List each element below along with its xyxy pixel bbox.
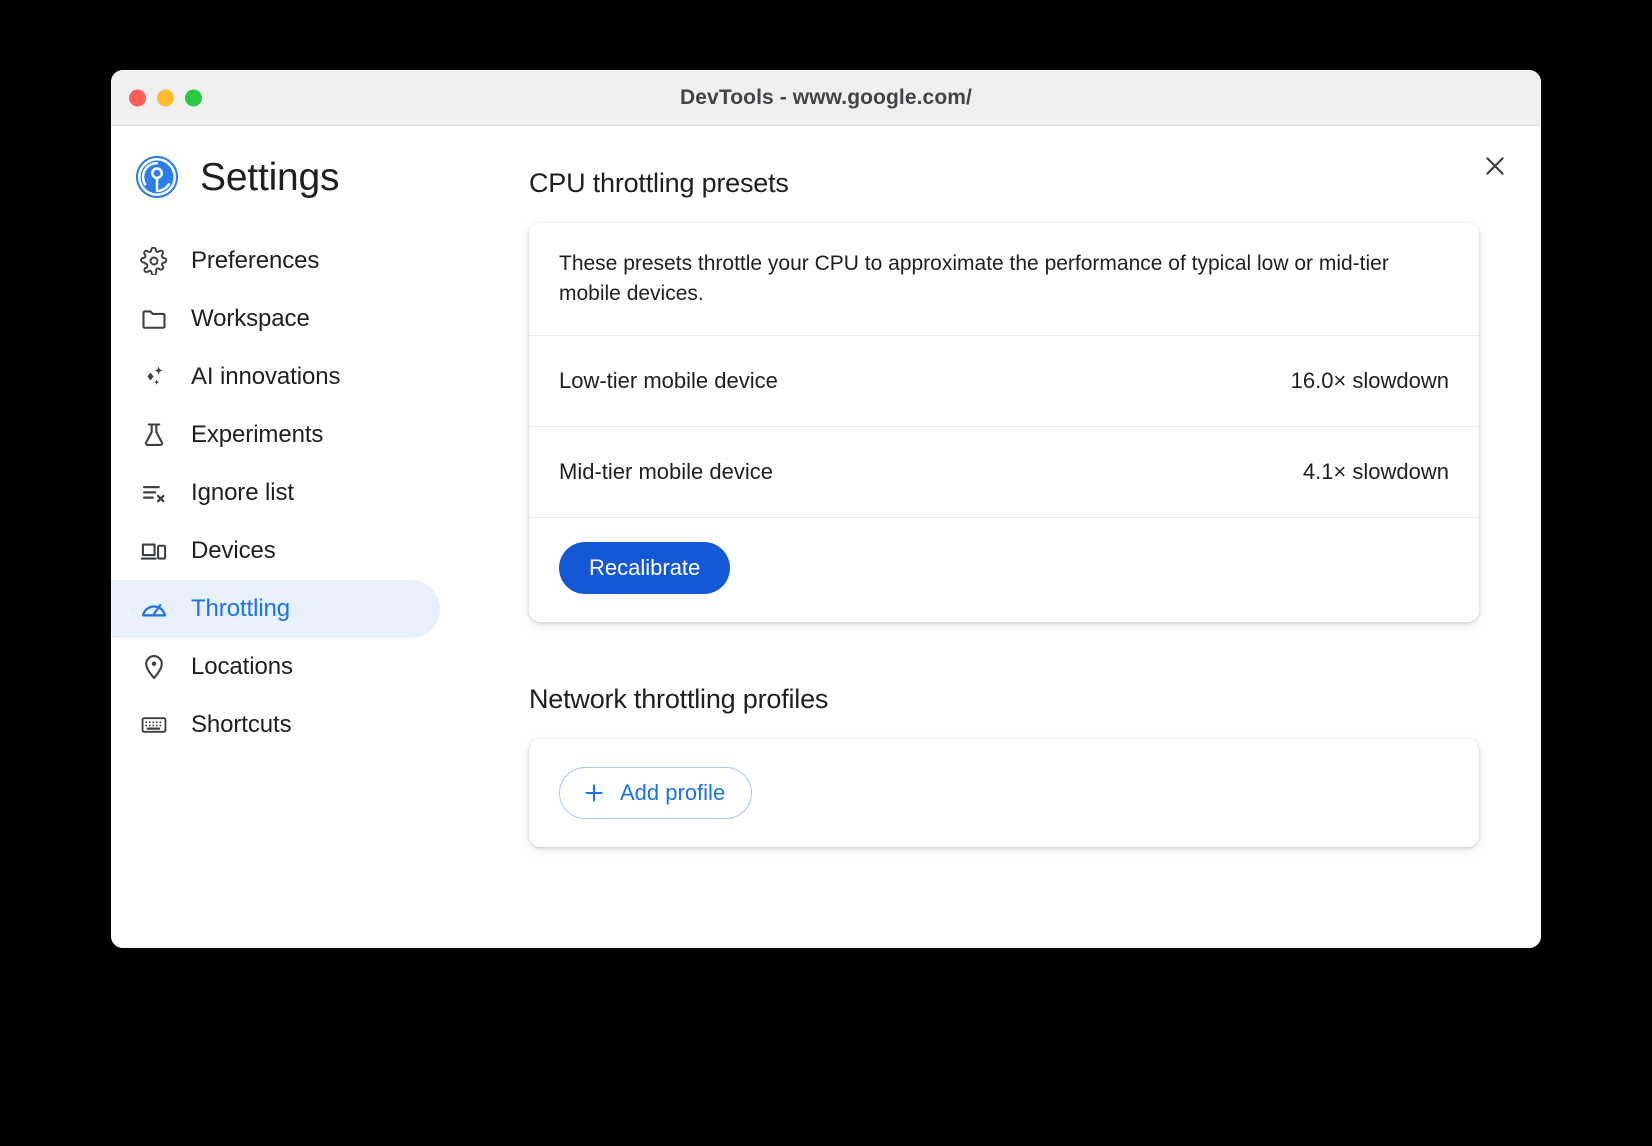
preset-name: Mid-tier mobile device	[559, 459, 773, 485]
sidebar-item-ai-innovations[interactable]: AI innovations	[111, 348, 440, 406]
sidebar-item-label: Devices	[191, 537, 276, 565]
preset-value: 16.0× slowdown	[1291, 368, 1449, 394]
close-settings-button[interactable]	[1475, 146, 1515, 186]
sidebar-item-label: Experiments	[191, 421, 323, 449]
plus-icon	[582, 781, 606, 805]
preset-value: 4.1× slowdown	[1303, 459, 1449, 485]
preset-row-low-tier[interactable]: Low-tier mobile device 16.0× slowdown	[529, 336, 1479, 427]
window-titlebar: DevTools - www.google.com/	[111, 70, 1541, 126]
sidebar-item-label: Shortcuts	[191, 711, 291, 739]
cpu-presets-description: These presets throttle your CPU to appro…	[529, 223, 1479, 336]
flask-icon	[139, 420, 169, 450]
preset-row-mid-tier[interactable]: Mid-tier mobile device 4.1× slowdown	[529, 427, 1479, 518]
sidebar-item-label: Workspace	[191, 305, 310, 333]
network-card-actions: Add profile	[529, 739, 1479, 847]
traffic-lights	[129, 89, 202, 106]
minimize-window-button[interactable]	[157, 89, 174, 106]
network-profiles-card: Add profile	[529, 739, 1479, 847]
page-title: Settings	[200, 158, 339, 197]
window-title: DevTools - www.google.com/	[111, 86, 1541, 110]
network-section-title: Network throttling profiles	[529, 684, 1479, 715]
preset-name: Low-tier mobile device	[559, 368, 778, 394]
devices-icon	[139, 536, 169, 566]
chrome-devtools-logo	[134, 154, 180, 200]
panel-body: Settings Preferences	[111, 126, 1541, 948]
settings-sidebar: Settings Preferences	[111, 126, 506, 948]
keyboard-icon	[139, 710, 169, 740]
sidebar-item-locations[interactable]: Locations	[111, 638, 440, 696]
maximize-window-button[interactable]	[185, 89, 202, 106]
settings-content: CPU throttling presets These presets thr…	[506, 126, 1541, 948]
sidebar-item-label: Preferences	[191, 247, 319, 275]
speedometer-icon	[139, 594, 169, 624]
folder-icon	[139, 304, 169, 334]
sidebar-item-experiments[interactable]: Experiments	[111, 406, 440, 464]
add-profile-label: Add profile	[620, 780, 725, 806]
sidebar-item-label: Locations	[191, 653, 293, 681]
close-icon	[1482, 153, 1508, 179]
cpu-card-actions: Recalibrate	[529, 518, 1479, 622]
recalibrate-button[interactable]: Recalibrate	[559, 542, 730, 594]
sidebar-item-label: Throttling	[191, 595, 290, 623]
settings-header: Settings	[111, 154, 506, 200]
sidebar-item-preferences[interactable]: Preferences	[111, 232, 440, 290]
sidebar-item-label: AI innovations	[191, 363, 340, 391]
list-x-icon	[139, 478, 169, 508]
cpu-presets-card: These presets throttle your CPU to appro…	[529, 223, 1479, 622]
sidebar-item-throttling[interactable]: Throttling	[111, 580, 440, 638]
sidebar-item-devices[interactable]: Devices	[111, 522, 440, 580]
add-profile-button[interactable]: Add profile	[559, 767, 752, 819]
cpu-throttling-section: CPU throttling presets These presets thr…	[529, 168, 1479, 622]
sidebar-item-label: Ignore list	[191, 479, 294, 507]
sidebar-item-ignore-list[interactable]: Ignore list	[111, 464, 440, 522]
location-pin-icon	[139, 652, 169, 682]
close-window-button[interactable]	[129, 89, 146, 106]
network-throttling-section: Network throttling profiles Add profile	[529, 684, 1479, 847]
sidebar-item-shortcuts[interactable]: Shortcuts	[111, 696, 440, 754]
settings-nav: Preferences Workspace	[111, 232, 506, 754]
cpu-section-title: CPU throttling presets	[529, 168, 1479, 199]
gear-icon	[139, 246, 169, 276]
devtools-window: DevTools - www.google.com/	[111, 70, 1541, 948]
sidebar-item-workspace[interactable]: Workspace	[111, 290, 440, 348]
sparkle-icon	[139, 362, 169, 392]
